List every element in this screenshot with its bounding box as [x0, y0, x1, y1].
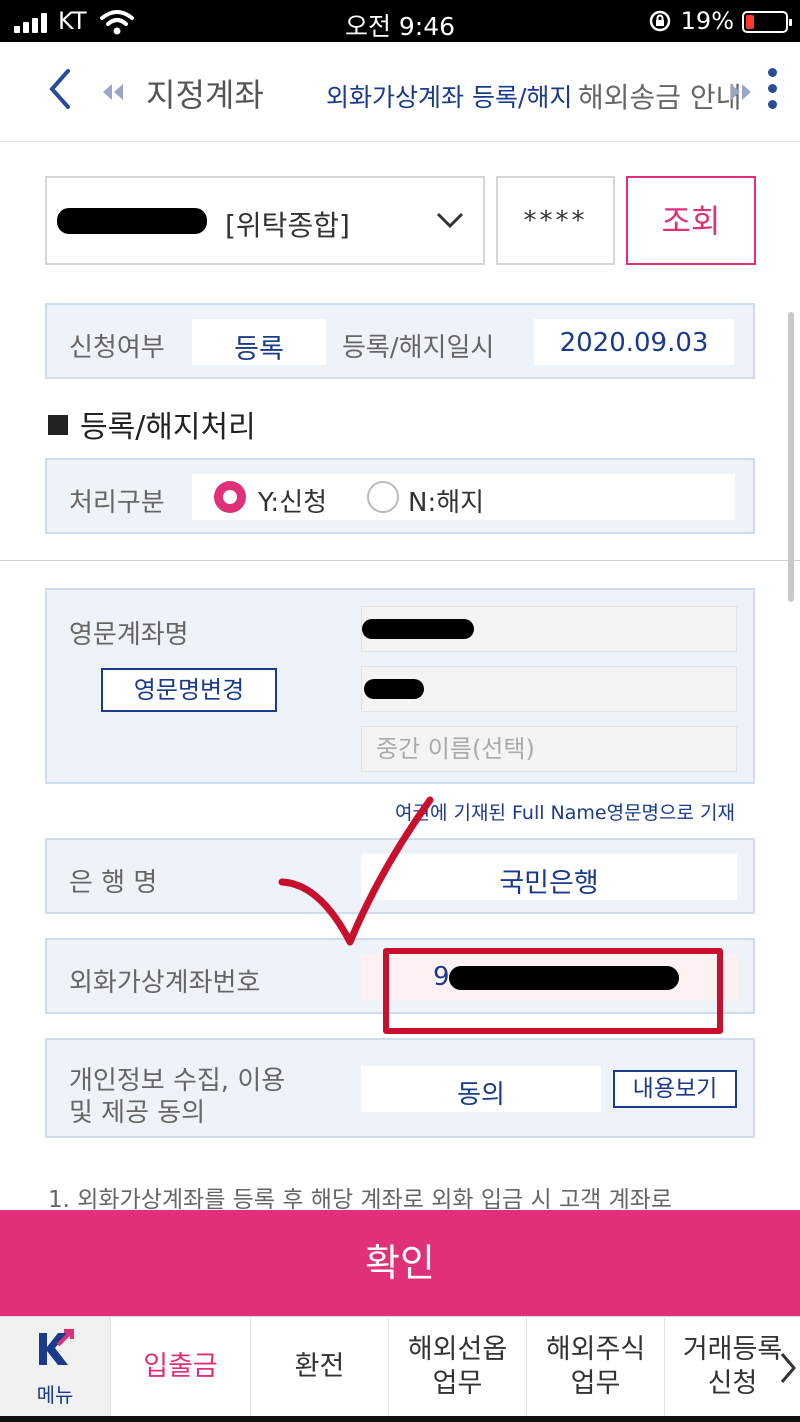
- highlight-box-annotation: [383, 948, 723, 1034]
- menu-label: 메뉴: [36, 1383, 74, 1407]
- back-arrow-icon[interactable]: [44, 67, 78, 111]
- square-bullet-icon: [48, 415, 68, 435]
- nav-exchange[interactable]: 환전: [250, 1317, 388, 1417]
- query-button[interactable]: 조회: [626, 176, 756, 265]
- rotation-lock-icon: [649, 10, 671, 32]
- redacted-account-number: [57, 208, 207, 234]
- tab-fx-virtual-account[interactable]: 외화가상계좌 등록/해지: [326, 78, 572, 114]
- registration-status-panel: 신청여부 등록 등록/해지일시 2020.09.03: [45, 303, 755, 379]
- radio-apply-label[interactable]: Y:신청: [258, 482, 327, 519]
- nav-header: 지정계좌 외화가상계좌 등록/해지 해외송금 안내: [0, 42, 800, 142]
- status-label: 신청여부: [69, 333, 165, 363]
- chevron-down-icon: [436, 212, 464, 229]
- double-chevron-right-icon[interactable]: [728, 82, 754, 102]
- divider: [0, 560, 800, 561]
- status-value-box: 등록: [192, 319, 326, 365]
- password-field[interactable]: ****: [496, 176, 615, 265]
- bottom-nav: 메뉴 입출금 환전 해외선옵 업무 해외주식 업무 거래등록 신청: [0, 1316, 800, 1422]
- english-name-panel: 영문계좌명 영문명변경 중간 이름(선택): [45, 588, 755, 784]
- privacy-consent-panel: 개인정보 수집, 이용 및 제공 동의 동의 내용보기: [45, 1038, 755, 1138]
- chevron-right-icon[interactable]: [778, 1351, 798, 1385]
- account-type: [위탁종합]: [225, 209, 350, 242]
- confirm-button[interactable]: 확인: [0, 1210, 800, 1316]
- redacted-last-name: [362, 619, 474, 639]
- passport-name-note: 여권에 기재된 Full Name영문명으로 기재: [395, 802, 735, 824]
- tab-designated-account[interactable]: 지정계좌: [146, 70, 264, 116]
- date-value-box: 2020.09.03: [534, 319, 734, 365]
- double-chevron-left-icon[interactable]: [100, 82, 126, 102]
- change-english-name-button[interactable]: 영문명변경: [101, 668, 277, 712]
- nav-deposit-withdraw[interactable]: 입출금: [110, 1317, 250, 1417]
- consent-value: 동의: [457, 1080, 505, 1110]
- last-name-input[interactable]: [361, 606, 737, 652]
- virtual-account-label: 외화가상계좌번호: [69, 968, 261, 998]
- date-label: 등록/해지일시: [342, 333, 495, 363]
- more-menu-icon[interactable]: [764, 66, 780, 112]
- english-name-label: 영문계좌명: [69, 620, 189, 650]
- process-panel: 처리구분 Y:신청 N:해지: [45, 458, 755, 534]
- redacted-first-name: [364, 679, 424, 699]
- date-value: 2020.09.03: [559, 328, 709, 358]
- scrollbar[interactable]: [788, 312, 794, 602]
- radio-cancel[interactable]: [367, 481, 399, 513]
- view-content-button[interactable]: 내용보기: [613, 1070, 737, 1108]
- status-value: 등록: [234, 334, 284, 365]
- nav-overseas-futures[interactable]: 해외선옵 업무: [388, 1317, 526, 1417]
- home-indicator: [0, 1416, 800, 1422]
- account-select[interactable]: [위탁종합]: [45, 176, 485, 265]
- battery-percent: 19%: [680, 7, 734, 35]
- privacy-label-line2: 및 제공 동의: [69, 1098, 206, 1128]
- radio-cancel-label[interactable]: N:해지: [408, 482, 484, 519]
- process-options-box: Y:신청 N:해지: [192, 474, 735, 520]
- first-name-input[interactable]: [361, 666, 737, 712]
- menu-button[interactable]: 메뉴: [0, 1317, 110, 1417]
- tab-overseas-remittance[interactable]: 해외송금 안내: [578, 76, 741, 116]
- radio-apply[interactable]: [214, 481, 246, 513]
- bank-label: 은 행 명: [69, 868, 158, 898]
- nav-overseas-stocks[interactable]: 해외주식 업무: [526, 1317, 664, 1417]
- battery-icon: [742, 11, 792, 33]
- brand-logo-icon: [39, 1329, 74, 1365]
- notice-text: 1. 외화가상계좌를 등록 후 해당 계좌로 외화 입금 시 고객 계좌로: [48, 1187, 673, 1213]
- checkmark-annotation-icon: [278, 796, 434, 946]
- status-bar: KT 오전 9:46 19%: [0, 0, 800, 42]
- middle-name-input[interactable]: 중간 이름(선택): [361, 726, 737, 772]
- process-label: 처리구분: [69, 488, 165, 518]
- section-title: 등록/해지처리: [48, 402, 256, 446]
- consent-value-box: 동의: [361, 1066, 601, 1112]
